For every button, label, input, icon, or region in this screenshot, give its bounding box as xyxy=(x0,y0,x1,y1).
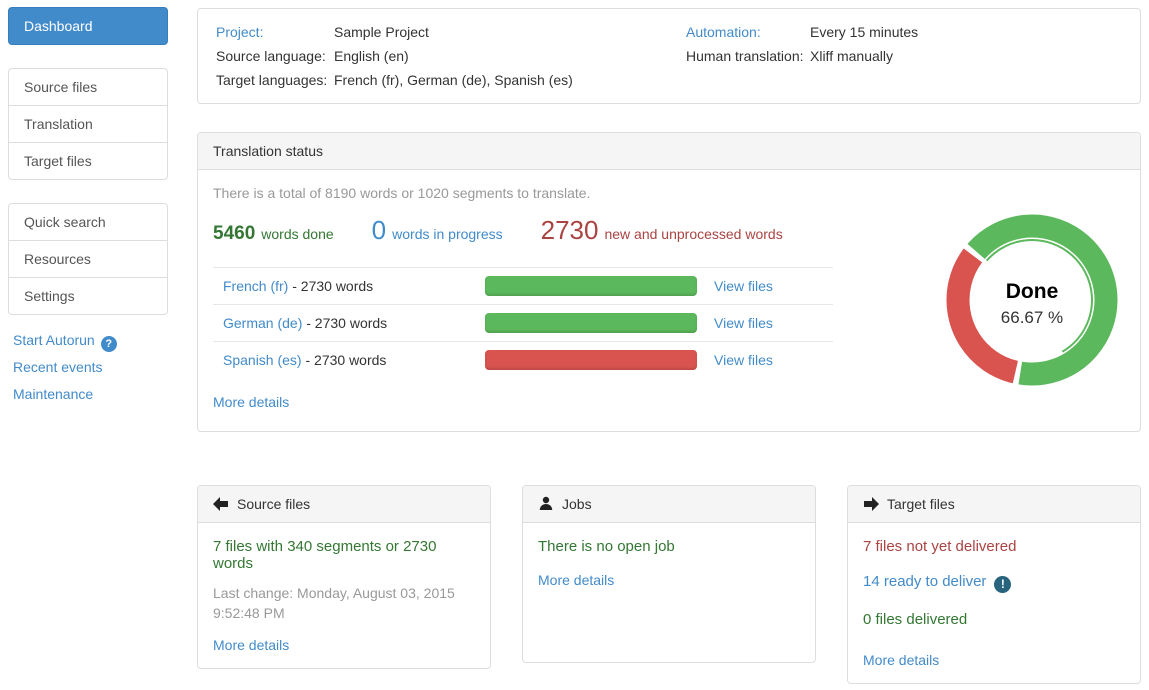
dashboard-page: Dashboard Source files Translation Targe… xyxy=(0,0,1149,690)
stat-words-done: 5460 words done xyxy=(213,223,334,245)
automation-link[interactable]: Automation: xyxy=(686,20,810,44)
human-translation-value: Xliff manually xyxy=(810,44,893,68)
target-files-panel-header: Target files xyxy=(848,486,1140,523)
project-info-left: Project: Sample Project Source language:… xyxy=(216,20,686,92)
new-words-value: 2730 xyxy=(541,215,599,246)
maintenance-link[interactable]: Maintenance xyxy=(13,386,168,402)
right-arrow-icon xyxy=(863,496,879,512)
human-translation-label: Human translation: xyxy=(686,44,810,68)
source-language-label: Source language: xyxy=(216,44,334,68)
progress-bar xyxy=(485,350,697,370)
language-link-german[interactable]: German (de) xyxy=(223,315,302,331)
sidebar-item-resources[interactable]: Resources xyxy=(9,241,167,278)
sidebar-item-settings[interactable]: Settings xyxy=(9,278,167,314)
progress-bar-track xyxy=(485,350,697,370)
progress-bar xyxy=(485,276,697,296)
view-files-link[interactable]: View files xyxy=(714,278,773,294)
project-info-right: Automation: Every 15 minutes Human trans… xyxy=(686,20,918,92)
target-files-panel: Target files 7 files not yet delivered 1… xyxy=(847,485,1141,684)
start-autorun-link[interactable]: Start Autorun xyxy=(13,332,95,348)
source-files-panel: Source files 7 files with 340 segments o… xyxy=(197,485,491,669)
help-icon[interactable]: ? xyxy=(101,336,117,352)
target-files-more-details-link[interactable]: More details xyxy=(863,652,939,668)
language-link-spanish[interactable]: Spanish (es) xyxy=(223,352,302,368)
files-delivered: 0 files delivered xyxy=(863,611,1125,628)
dashboard-button[interactable]: Dashboard xyxy=(8,7,168,45)
language-cell: French (fr) - 2730 words xyxy=(223,278,485,294)
source-files-panel-title: Source files xyxy=(237,496,310,512)
left-arrow-icon xyxy=(213,496,229,512)
automation-value: Every 15 minutes xyxy=(810,20,918,44)
jobs-panel: Jobs There is no open job More details xyxy=(522,485,816,663)
new-words-label: new and unprocessed words xyxy=(604,226,782,242)
source-files-summary: 7 files with 340 segments or 2730 words xyxy=(213,538,475,572)
source-files-last-change: Last change: Monday, August 03, 2015 9:5… xyxy=(213,583,475,623)
jobs-summary: There is no open job xyxy=(538,538,800,555)
translation-status-title: Translation status xyxy=(198,133,1140,170)
language-link-french[interactable]: French (fr) xyxy=(223,278,288,294)
table-row: German (de) - 2730 words View files xyxy=(213,304,833,341)
sidebar-item-source-files[interactable]: Source files xyxy=(9,69,167,106)
view-files-link[interactable]: View files xyxy=(714,352,773,368)
source-files-more-details-link[interactable]: More details xyxy=(213,637,289,653)
ready-to-deliver-link[interactable]: 14 ready to deliver xyxy=(863,573,986,590)
language-words: - 2730 words xyxy=(302,352,387,368)
project-info-panel: Project: Sample Project Source language:… xyxy=(197,8,1141,104)
recent-events-link[interactable]: Recent events xyxy=(13,359,168,375)
sidebar: Dashboard Source files Translation Targe… xyxy=(8,7,168,413)
language-table: French (fr) - 2730 words View files Germ… xyxy=(213,267,833,378)
progress-bar xyxy=(485,313,697,333)
language-cell: German (de) - 2730 words xyxy=(223,315,485,331)
sidebar-item-translation[interactable]: Translation xyxy=(9,106,167,143)
language-cell: Spanish (es) - 2730 words xyxy=(223,352,485,368)
jobs-panel-header: Jobs xyxy=(523,486,815,523)
main-content: Project: Sample Project Source language:… xyxy=(197,8,1141,684)
info-icon[interactable]: ! xyxy=(994,576,1011,593)
words-in-progress-label: words in progress xyxy=(392,226,503,242)
donut-center-percent: 66.67 % xyxy=(1001,308,1063,327)
words-done-value: 5460 xyxy=(213,223,255,245)
sidebar-links: Start Autorun? Recent events Maintenance xyxy=(8,332,168,402)
target-files-panel-title: Target files xyxy=(887,496,955,512)
sidebar-tools-group: Quick search Resources Settings xyxy=(8,203,168,315)
translation-status-panel: Translation status There is a total of 8… xyxy=(197,132,1141,432)
progress-bar-track xyxy=(485,276,697,296)
status-more-details-link[interactable]: More details xyxy=(213,394,289,410)
sidebar-item-quick-search[interactable]: Quick search xyxy=(9,204,167,241)
target-languages-value: French (fr), German (de), Spanish (es) xyxy=(334,68,573,92)
files-not-delivered: 7 files not yet delivered xyxy=(863,538,1125,555)
done-donut-chart: Done 66.67 % xyxy=(946,214,1118,386)
stat-words-in-progress: 0 words in progress xyxy=(372,215,503,246)
bottom-panels: Source files 7 files with 340 segments o… xyxy=(197,485,1141,684)
language-words: - 2730 words xyxy=(288,278,373,294)
progress-bar-track xyxy=(485,313,697,333)
stat-new-words: 2730 new and unprocessed words xyxy=(541,215,783,246)
view-files-link[interactable]: View files xyxy=(714,315,773,331)
source-language-value: English (en) xyxy=(334,44,409,68)
donut-center-label: Done xyxy=(1006,280,1059,303)
table-row: Spanish (es) - 2730 words View files xyxy=(213,341,833,378)
jobs-more-details-link[interactable]: More details xyxy=(538,572,614,588)
project-name: Sample Project xyxy=(334,20,429,44)
table-row: French (fr) - 2730 words View files xyxy=(213,267,833,304)
target-languages-label: Target languages: xyxy=(216,68,334,92)
jobs-panel-title: Jobs xyxy=(562,496,592,512)
words-in-progress-value: 0 xyxy=(372,215,386,246)
words-done-label: words done xyxy=(261,226,333,242)
project-link[interactable]: Project: xyxy=(216,20,334,44)
person-icon xyxy=(538,496,554,512)
language-words: - 2730 words xyxy=(302,315,387,331)
ready-to-deliver-row: 14 ready to deliver! xyxy=(863,573,1125,593)
status-summary: There is a total of 8190 words or 1020 s… xyxy=(213,185,1125,201)
sidebar-item-target-files[interactable]: Target files xyxy=(9,143,167,179)
sidebar-nav-group: Source files Translation Target files xyxy=(8,68,168,180)
source-files-panel-header: Source files xyxy=(198,486,490,523)
